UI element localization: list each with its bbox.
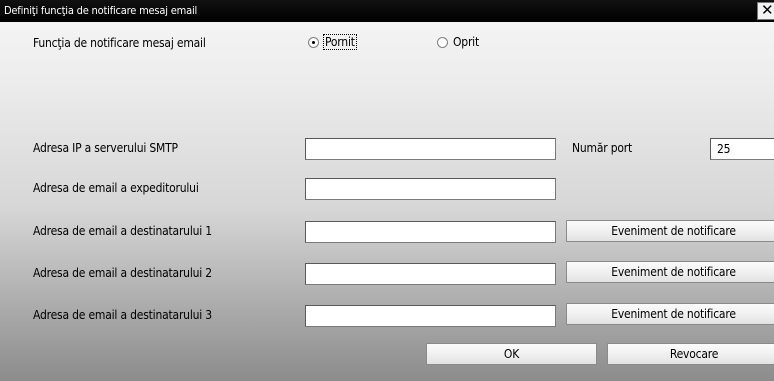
window-title: Definiţi funcţia de notificare mesaj ema…	[4, 4, 198, 17]
recipient-3-label: Adresa de email a destinatarului 3	[33, 308, 212, 322]
radio-circle-selected	[308, 36, 319, 48]
port-number-input[interactable]: 25	[710, 138, 774, 160]
smtp-server-label: Adresa IP a serverului SMTP	[33, 141, 178, 155]
recipient-1-label: Adresa de email a destinatarului 1	[33, 224, 212, 238]
radio-oprit-label: Oprit	[453, 35, 480, 49]
recipient-3-input[interactable]	[305, 305, 556, 327]
notification-function-label: Funcţia de notificare mesaj email	[33, 36, 206, 50]
sender-email-label: Adresa de email a expeditorului	[33, 181, 199, 195]
close-button[interactable]: ✕	[757, 2, 774, 20]
close-icon: ✕	[761, 1, 774, 19]
radio-pornit-label: Pornit	[323, 34, 357, 50]
recipient-3-notification-event-button[interactable]: Eveniment de notificare	[566, 303, 774, 325]
email-notification-dialog: Definiţi funcţia de notificare mesaj ema…	[0, 0, 774, 381]
title-bar: Definiţi funcţia de notificare mesaj ema…	[0, 0, 774, 22]
smtp-server-input[interactable]	[305, 138, 556, 160]
recipient-1-input[interactable]	[305, 221, 556, 243]
sender-email-input[interactable]	[305, 178, 556, 200]
port-number-label: Număr port	[572, 141, 633, 155]
recipient-2-label: Adresa de email a destinatarului 2	[33, 266, 212, 280]
radio-circle-unselected	[437, 36, 448, 48]
cancel-button[interactable]: Revocare	[607, 343, 774, 365]
recipient-2-notification-event-button[interactable]: Eveniment de notificare	[566, 261, 774, 283]
ok-button[interactable]: OK	[426, 343, 597, 365]
recipient-1-notification-event-button[interactable]: Eveniment de notificare	[566, 220, 774, 242]
radio-oprit[interactable]: Oprit	[437, 35, 479, 49]
recipient-2-input[interactable]	[305, 263, 556, 285]
radio-pornit[interactable]: Pornit	[308, 34, 357, 50]
